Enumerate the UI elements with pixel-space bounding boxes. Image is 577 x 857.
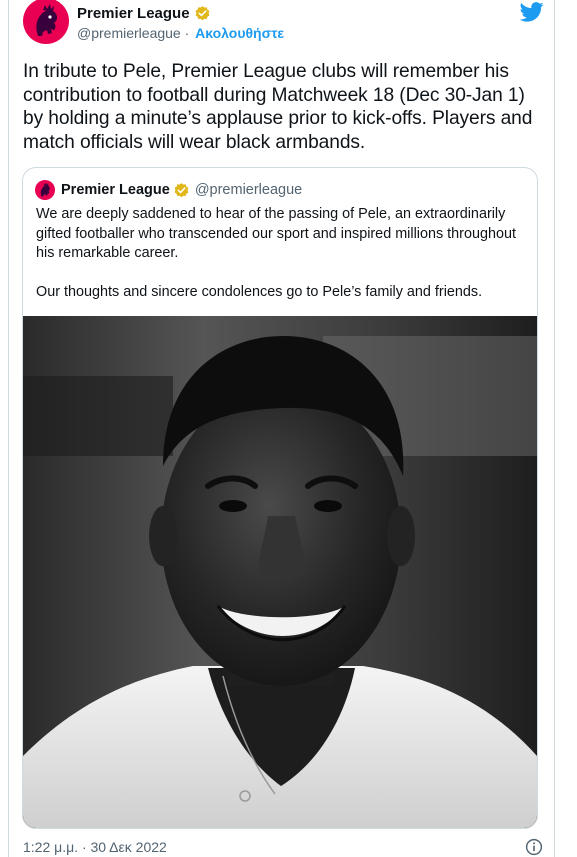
- quoted-tweet[interactable]: Premier League @premierleague We are dee…: [22, 167, 538, 829]
- tweet-header: Premier League @premierleague · Ακολουθή…: [21, 0, 546, 46]
- verified-badge-icon: [174, 182, 189, 197]
- quoted-tweet-header: Premier League @premierleague: [35, 180, 302, 200]
- quoted-author-avatar: [35, 180, 55, 200]
- quoted-tweet-photo[interactable]: [23, 316, 537, 828]
- author-handle[interactable]: @premierleague: [77, 25, 181, 41]
- tweet-text: In tribute to Pele, Premier League clubs…: [23, 61, 538, 153]
- author-info: Premier League @premierleague · Ακολουθή…: [77, 3, 284, 42]
- author-handle-row: @premierleague · Ακολουθήστε: [77, 25, 284, 41]
- tweet-timestamp[interactable]: 1:22 μ.μ. · 30 Δεκ 2022: [23, 839, 167, 855]
- quoted-tweet-text: We are deeply saddened to hear of the pa…: [36, 206, 516, 300]
- quoted-author-display-name: Premier League: [61, 182, 170, 198]
- follow-link[interactable]: Ακολουθήστε: [195, 25, 284, 41]
- verified-badge-icon: [195, 5, 210, 20]
- pele-portrait-image: [23, 316, 537, 828]
- author-avatar[interactable]: [23, 0, 69, 44]
- info-icon[interactable]: [525, 838, 543, 856]
- premier-league-lion-icon: [40, 182, 50, 197]
- quoted-author-handle: @premierleague: [194, 182, 303, 198]
- premier-league-lion-icon: [36, 4, 58, 36]
- embedded-tweet-card: Premier League @premierleague · Ακολουθή…: [8, 0, 555, 857]
- twitter-bird-icon[interactable]: [520, 2, 544, 22]
- author-display-name[interactable]: Premier League: [77, 5, 190, 22]
- handle-separator: ·: [184, 25, 190, 41]
